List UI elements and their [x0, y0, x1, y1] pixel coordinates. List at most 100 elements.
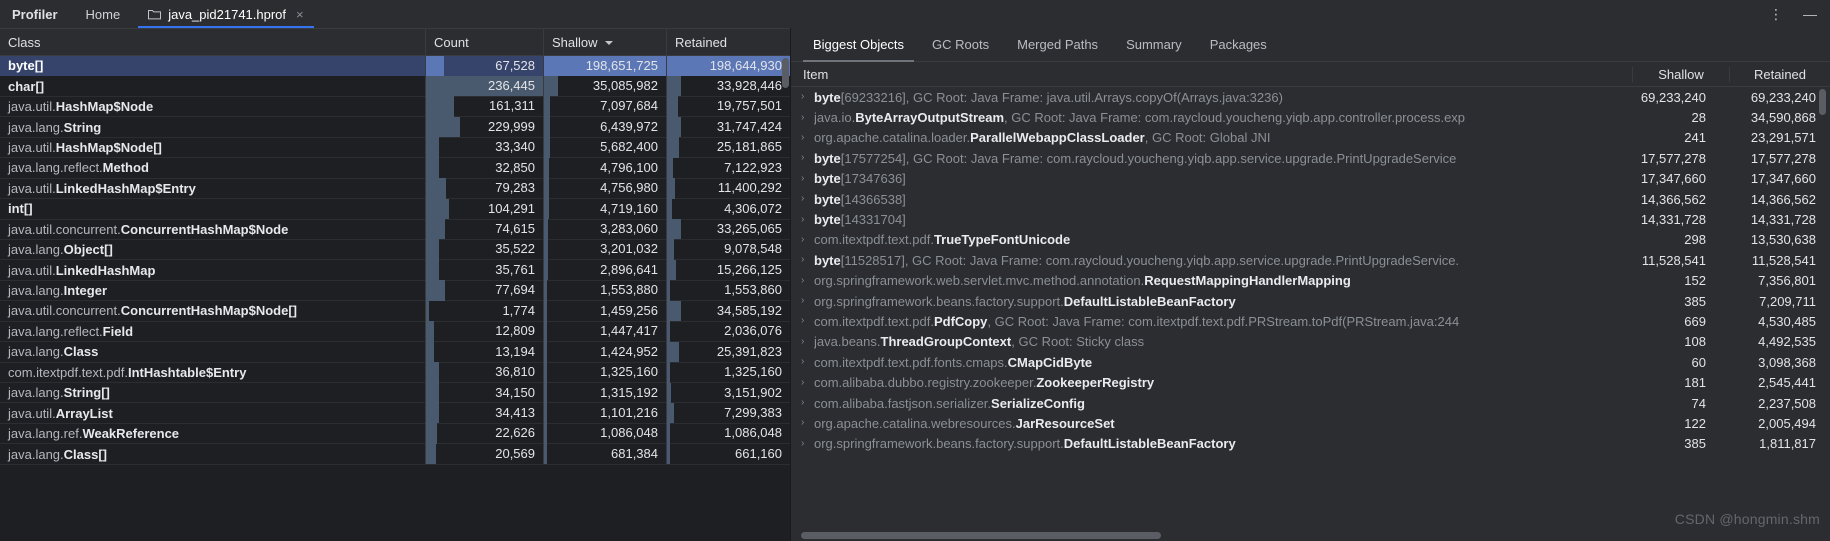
chevron-right-icon[interactable]: ›: [801, 275, 814, 286]
column-header-shallow[interactable]: Shallow: [543, 29, 666, 55]
chevron-right-icon[interactable]: ›: [801, 194, 814, 204]
table-row[interactable]: com.itextpdf.text.pdf.IntHashtable$Entry…: [0, 362, 790, 383]
value-bar: [544, 402, 547, 424]
table-row[interactable]: java.util.HashMap$Node[] 33,340 5,682,400 2…: [0, 137, 790, 159]
simple-class-name: byte: [814, 212, 841, 228]
object-row[interactable]: › byte[17577254], GC Root: Java Frame: co…: [791, 148, 1830, 168]
table-row[interactable]: java.lang.Integer 77,694 1,553,880 1,553,86…: [0, 280, 790, 302]
minimize-icon[interactable]: —: [1800, 5, 1820, 23]
object-row[interactable]: › byte[17347636] 17,347,660 17,347,660: [791, 169, 1830, 189]
tab-label: Packages: [1209, 37, 1267, 52]
objects-table-body[interactable]: › byte[69233216], GC Root: Java Frame: ja…: [791, 87, 1830, 541]
tab-gc-roots[interactable]: GC Roots: [918, 28, 1003, 61]
column-header-class[interactable]: Class: [0, 29, 425, 55]
object-row[interactable]: › com.itextpdf.text.pdf.PdfCopy, GC Root:…: [791, 311, 1830, 331]
close-icon[interactable]: ×: [296, 8, 304, 21]
table-row[interactable]: java.lang.Class[] 20,569 681,384 661,160: [0, 443, 790, 465]
tab-merged-paths[interactable]: Merged Paths: [1003, 28, 1112, 61]
chevron-right-icon[interactable]: ›: [801, 438, 814, 449]
tab-packages[interactable]: Packages: [1196, 28, 1281, 61]
object-row[interactable]: › org.apache.catalina.webresources.JarRes…: [791, 413, 1830, 433]
value-bar: [544, 382, 547, 403]
table-row[interactable]: java.util.concurrent.ConcurrentHashMap$N…: [0, 300, 790, 322]
object-row[interactable]: › org.springframework.beans.factory.suppo…: [791, 291, 1830, 311]
chevron-right-icon[interactable]: ›: [801, 214, 814, 225]
object-row[interactable]: › org.springframework.web.servlet.mvc.met…: [791, 271, 1830, 291]
table-row[interactable]: char[] 236,445 35,085,982 33,928,446: [0, 75, 790, 97]
column-header-obj-shallow[interactable]: Shallow: [1632, 66, 1729, 82]
chevron-right-icon[interactable]: ›: [801, 173, 814, 184]
tab-biggest-objects[interactable]: Biggest Objects: [799, 28, 918, 62]
chevron-right-icon[interactable]: ›: [801, 296, 814, 306]
object-row[interactable]: › com.alibaba.dubbo.registry.zookeeper.Zo…: [791, 372, 1830, 392]
table-row[interactable]: java.lang.String[] 34,150 1,315,192 3,151,9…: [0, 382, 790, 404]
table-row[interactable]: java.lang.Class 13,194 1,424,952 25,391,823: [0, 341, 790, 363]
column-header-retained[interactable]: Retained: [666, 29, 790, 55]
table-row[interactable]: java.lang.String 229,999 6,439,972 31,747,4…: [0, 116, 790, 138]
object-retained-cell: 14,331,728: [1750, 212, 1816, 228]
object-row[interactable]: › com.alibaba.fastjson.serializer.Seriali…: [791, 393, 1830, 413]
table-row[interactable]: java.util.LinkedHashMap 35,761 2,896,641 15…: [0, 259, 790, 281]
chevron-right-icon[interactable]: ›: [801, 255, 814, 265]
object-row[interactable]: › java.beans.ThreadGroupContext, GC Root:…: [791, 332, 1830, 352]
class-histogram-pane: Class Count Shallow Retained byte[] 67,52…: [0, 28, 790, 541]
chevron-right-icon[interactable]: ›: [801, 377, 814, 388]
chevron-right-icon[interactable]: ›: [801, 336, 814, 347]
value-bar: [667, 382, 671, 403]
object-row[interactable]: › java.io.ByteArrayOutputStream, GC Root:…: [791, 107, 1830, 127]
object-retained-cell: 2,545,441: [1758, 375, 1816, 391]
chevron-right-icon[interactable]: ›: [801, 153, 814, 163]
count-cell: 34,413: [425, 402, 543, 424]
class-table-vertical-scrollbar-thumb[interactable]: [782, 58, 789, 88]
class-table-vertical-scrollbar[interactable]: [781, 28, 790, 541]
object-row[interactable]: › org.springframework.beans.factory.suppo…: [791, 434, 1830, 454]
column-header-item[interactable]: Item: [791, 67, 1632, 82]
table-row[interactable]: java.lang.Object[] 35,522 3,201,032 9,078,5…: [0, 239, 790, 261]
chevron-right-icon[interactable]: ›: [801, 112, 814, 123]
object-row[interactable]: › byte[11528517], GC Root: Java Frame: co…: [791, 250, 1830, 270]
class-table-body[interactable]: byte[] 67,528 198,651,725 198,644,930 char[]…: [0, 56, 790, 541]
table-row[interactable]: byte[] 67,528 198,651,725 198,644,930: [0, 56, 790, 77]
object-row[interactable]: › org.apache.catalina.loader.ParallelWeba…: [791, 128, 1830, 148]
class-name-cell: char[]: [0, 79, 425, 94]
object-item-cell: › byte[17347636]: [791, 171, 1610, 186]
count-cell: 74,615: [425, 219, 543, 240]
object-row[interactable]: › com.itextpdf.text.pdf.fonts.cmaps.CMapC…: [791, 352, 1830, 372]
object-item-cell: › java.beans.ThreadGroupContext, GC Root:…: [791, 334, 1610, 349]
chevron-right-icon[interactable]: ›: [801, 316, 814, 326]
object-row[interactable]: › byte[14366538] 14,366,562 14,366,562: [791, 189, 1830, 209]
column-header-count[interactable]: Count: [425, 29, 543, 55]
column-header-obj-retained[interactable]: Retained: [1729, 66, 1830, 82]
table-row[interactable]: java.util.HashMap$Node 161,311 7,097,684 19…: [0, 96, 790, 118]
objects-vertical-scrollbar-thumb[interactable]: [1819, 89, 1826, 115]
objects-horizontal-scrollbar-thumb[interactable]: [801, 532, 1161, 539]
object-row[interactable]: › com.itextpdf.text.pdf.TrueTypeFontUnico…: [791, 230, 1830, 250]
chevron-right-icon[interactable]: ›: [801, 357, 814, 367]
chevron-right-icon[interactable]: ›: [801, 234, 814, 245]
table-row[interactable]: java.util.concurrent.ConcurrentHashMap$N…: [0, 219, 790, 240]
chevron-right-icon[interactable]: ›: [801, 398, 814, 408]
tab-home[interactable]: Home: [72, 0, 135, 28]
table-row[interactable]: int[] 104,291 4,719,160 4,306,072: [0, 198, 790, 220]
object-row[interactable]: › byte[69233216], GC Root: Java Frame: ja…: [791, 87, 1830, 107]
chevron-right-icon[interactable]: ›: [801, 132, 814, 143]
table-row[interactable]: java.lang.ref.WeakReference 22,626 1,086,0…: [0, 423, 790, 445]
analysis-tabs[interactable]: Biggest Objects GC Roots Merged Paths Summa…: [791, 28, 1830, 62]
chevron-right-icon[interactable]: ›: [801, 92, 814, 102]
table-row[interactable]: java.util.ArrayList 34,413 1,101,216 7,299,…: [0, 402, 790, 424]
more-options-icon[interactable]: ⋮: [1766, 5, 1786, 23]
value-text: 34,585,192: [716, 302, 782, 318]
value-bar: [667, 219, 681, 240]
object-row[interactable]: › byte[14331704] 14,331,728 14,331,728: [791, 209, 1830, 229]
package-prefix: java.lang.: [8, 119, 64, 135]
objects-vertical-scrollbar[interactable]: [1819, 87, 1828, 541]
tab-summary[interactable]: Summary: [1112, 28, 1196, 61]
objects-horizontal-scrollbar[interactable]: [801, 532, 1818, 539]
tab-heap-dump-file[interactable]: java_pid21741.hprof ×: [134, 0, 317, 28]
chevron-right-icon[interactable]: ›: [801, 418, 814, 428]
table-row[interactable]: java.lang.reflect.Field 12,809 1,447,417 2,…: [0, 321, 790, 343]
shallow-size-cell: 1,315,192: [543, 382, 666, 403]
table-row[interactable]: java.util.LinkedHashMap$Entry 79,283 4,756…: [0, 178, 790, 200]
value-bar: [426, 137, 439, 158]
table-row[interactable]: java.lang.reflect.Method 32,850 4,796,100 7…: [0, 157, 790, 179]
